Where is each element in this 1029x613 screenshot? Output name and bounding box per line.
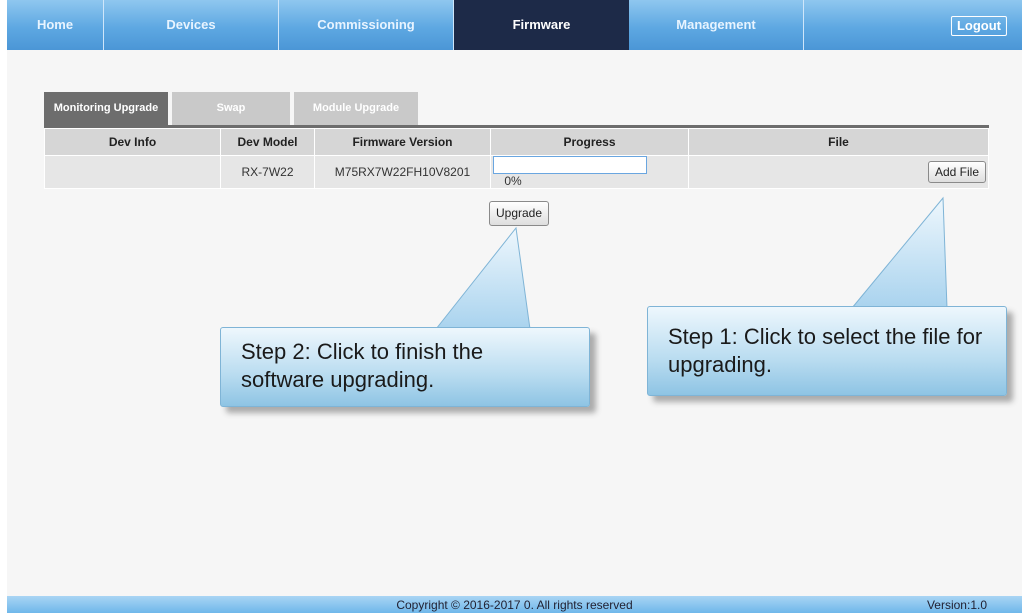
step1-callout-text: Step 1: Click to select the file for upg…: [668, 324, 983, 377]
step1-callout: Step 1: Click to select the file for upg…: [647, 306, 1007, 396]
copyright-text: Copyright © 2016-2017 0. All rights rese…: [396, 598, 633, 612]
step2-callout-text: Step 2: Click to finish the software upg…: [241, 339, 484, 392]
step2-callout: Step 2: Click to finish the software upg…: [220, 327, 590, 407]
footer: Copyright © 2016-2017 0. All rights rese…: [7, 596, 1022, 613]
step2-pointer: [434, 226, 531, 330]
version-text: Version:1.0: [926, 598, 987, 612]
step1-pointer: [850, 196, 948, 309]
